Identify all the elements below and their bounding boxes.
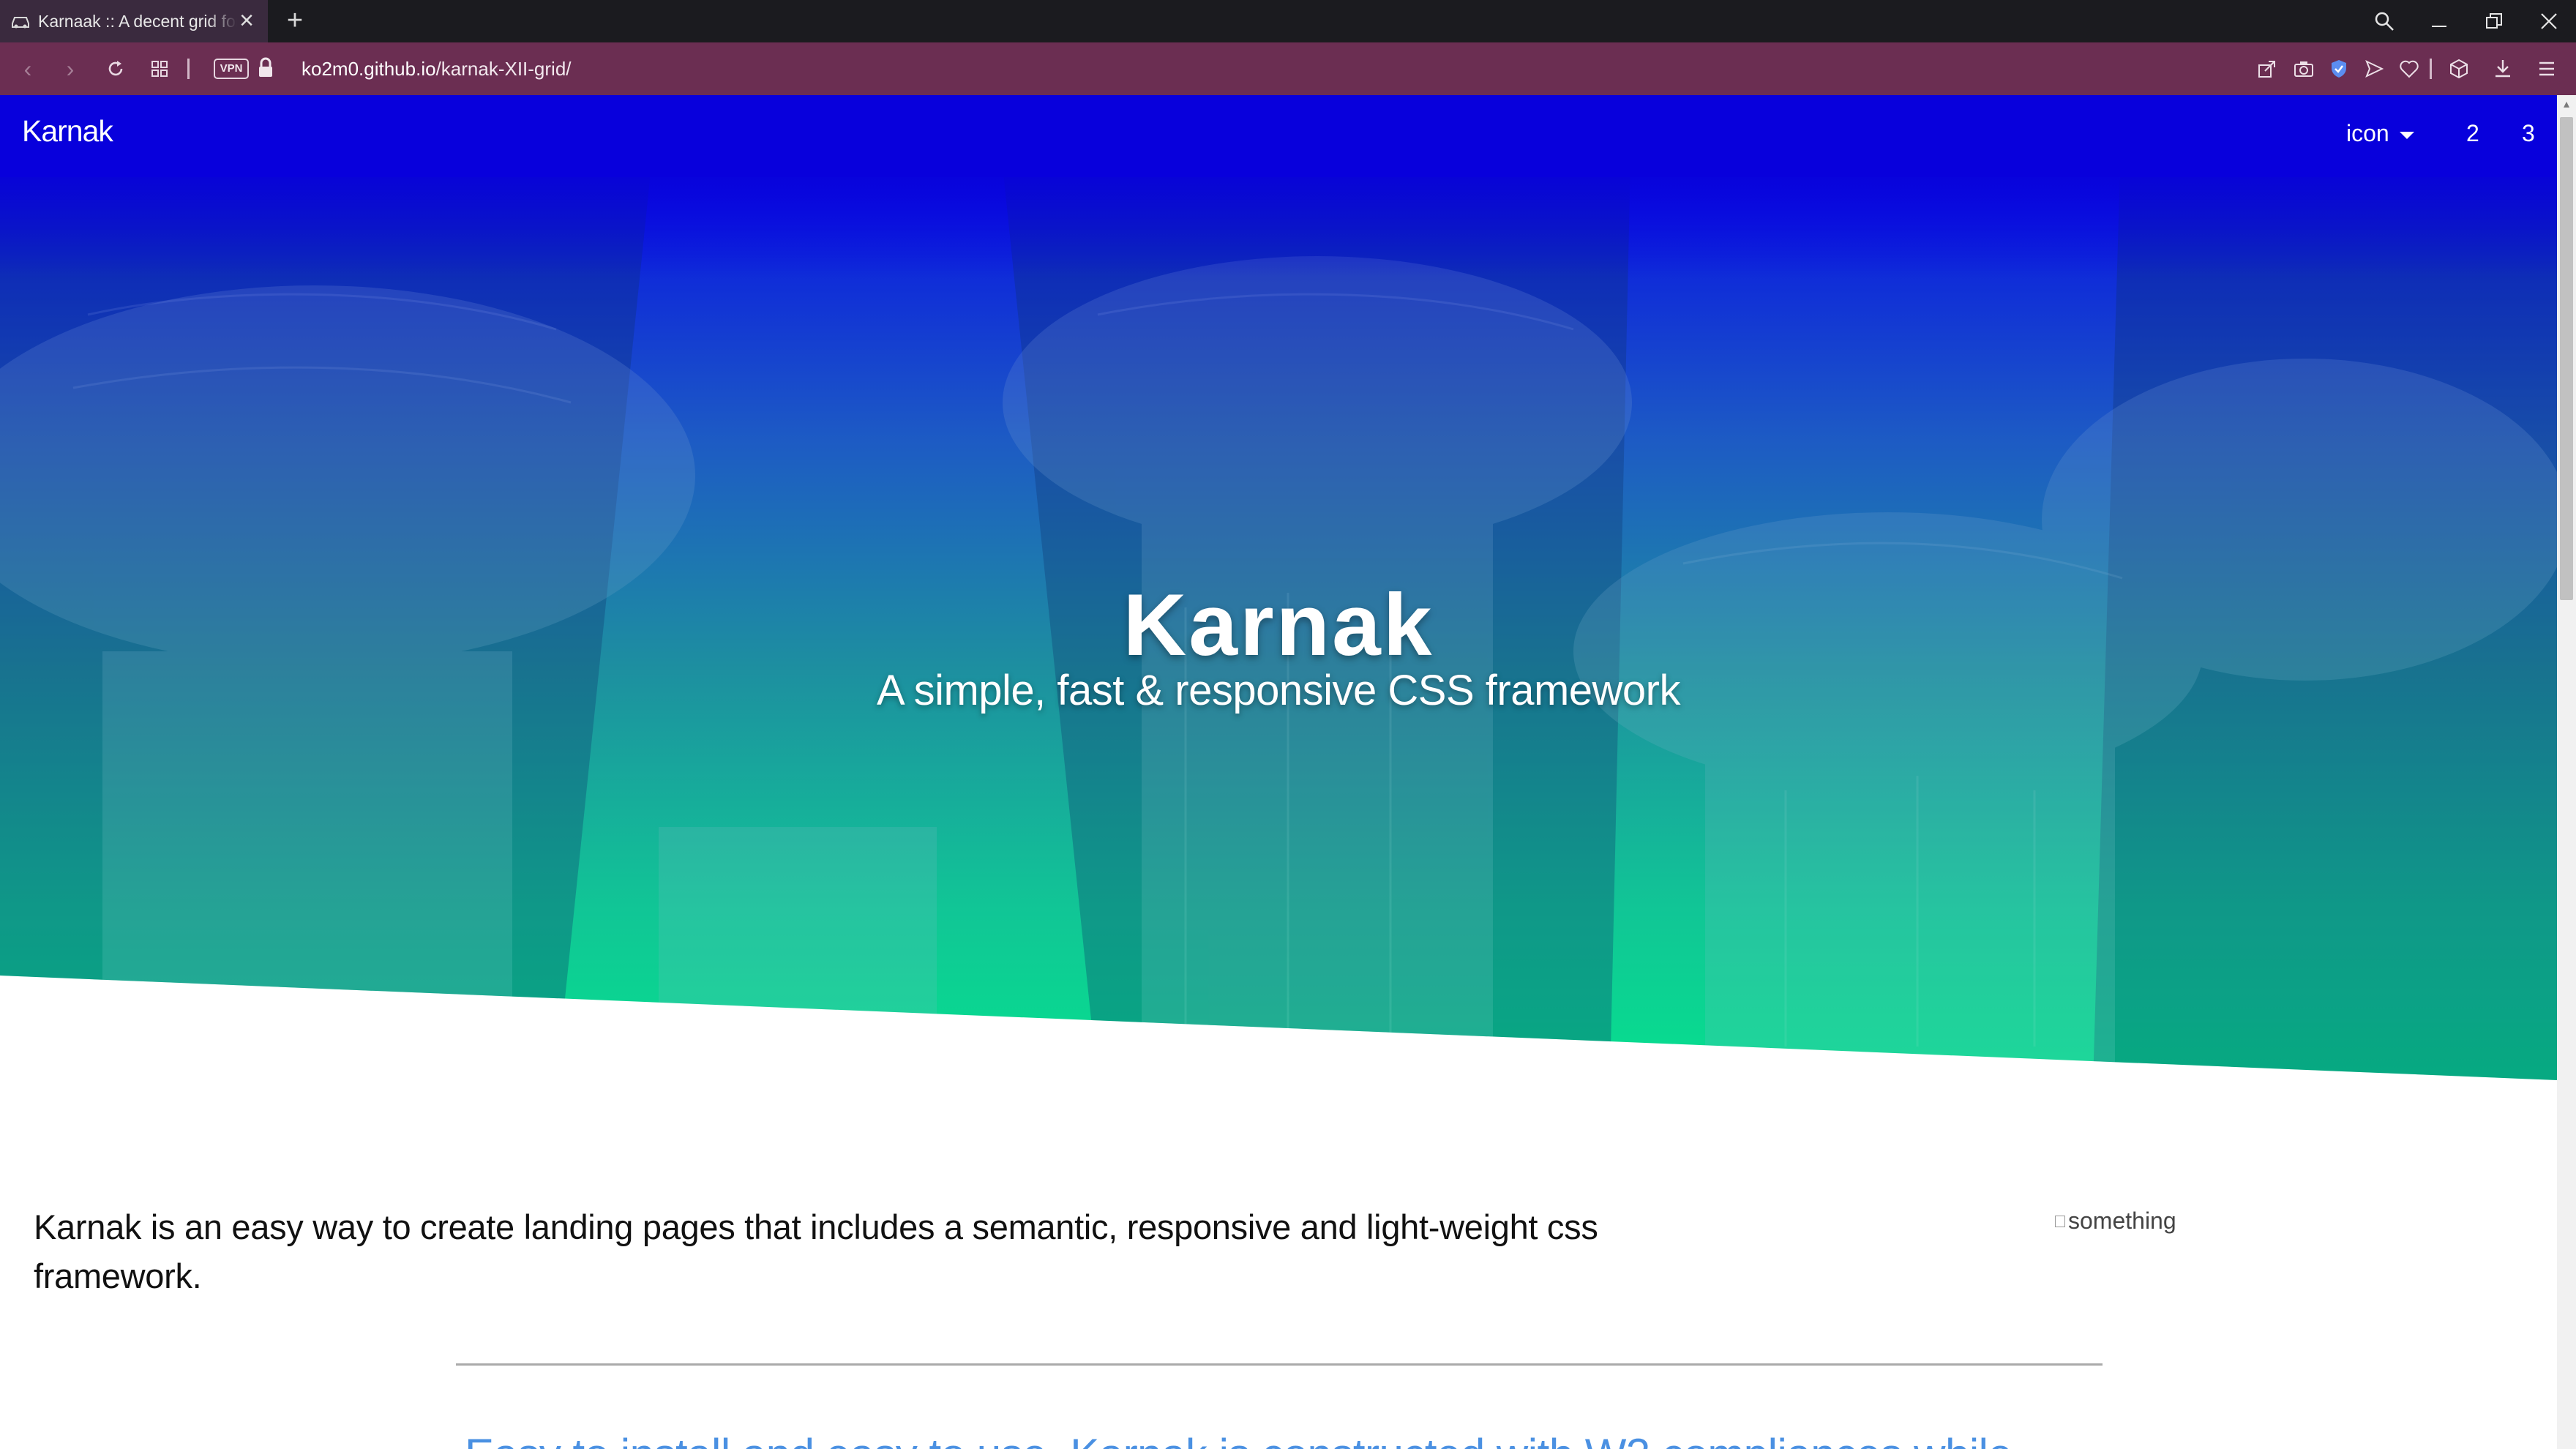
download-icon[interactable]	[2488, 54, 2517, 83]
tab-title: Karnaak :: A decent grid for	[38, 11, 237, 31]
nav-item-2[interactable]: 2	[2466, 119, 2479, 148]
page-viewport: Karnak A simple, fast & responsive CSS f…	[0, 95, 2557, 1449]
url-path: /karnak-XII-grid/	[435, 58, 572, 80]
new-tab-plus-icon[interactable]: +	[278, 4, 312, 38]
reload-icon[interactable]	[100, 53, 132, 85]
lead-heading: Easy to install and easy to use. Karnak …	[465, 1429, 2514, 1449]
divider-line	[456, 1363, 2103, 1366]
send-icon[interactable]	[2359, 54, 2389, 83]
scroll-up-arrow-icon[interactable]: ▴	[2560, 98, 2573, 111]
search-icon[interactable]	[2364, 3, 2405, 40]
heart-icon[interactable]	[2395, 54, 2424, 83]
divider	[2430, 59, 2432, 79]
broken-image-placeholder: something	[2055, 1208, 2176, 1235]
tab-close-icon[interactable]: ×	[234, 8, 259, 34]
image-alt-text: something	[2068, 1208, 2176, 1234]
back-arrow-icon[interactable]: ‹	[12, 53, 44, 85]
close-window-icon[interactable]	[2528, 3, 2569, 40]
hero-section: Karnak A simple, fast & responsive CSS f…	[0, 95, 2557, 1080]
cube-icon[interactable]	[2444, 54, 2474, 83]
menu-icon[interactable]	[2532, 54, 2561, 83]
hero-subtitle: A simple, fast & responsive CSS framewor…	[876, 667, 1681, 714]
share-icon[interactable]	[2253, 54, 2282, 83]
shield-icon[interactable]	[2324, 54, 2354, 83]
active-tab[interactable]: Karnaak :: A decent grid for ×	[0, 0, 268, 42]
nav-item-label: icon	[2346, 120, 2389, 146]
nav-item-3[interactable]: 3	[2522, 119, 2535, 148]
restore-icon[interactable]	[2474, 3, 2515, 40]
car-icon	[10, 13, 32, 29]
vpn-button[interactable]: VPN	[214, 59, 249, 79]
caret-down-icon	[2399, 131, 2414, 139]
scrollbar-thumb[interactable]	[2560, 117, 2573, 600]
address-bar: ‹ › VPN ko2m0.github.io/karnak-XII-grid/	[0, 42, 2576, 95]
url-host: ko2m0.github.io	[302, 58, 436, 80]
site-navbar: Karnak icon 2 3	[0, 95, 2557, 177]
url-field[interactable]: ko2m0.github.io/karnak-XII-grid/	[302, 56, 572, 82]
grid-icon[interactable]	[143, 53, 176, 85]
camera-icon[interactable]	[2289, 54, 2318, 83]
forward-arrow-icon[interactable]: ›	[54, 53, 86, 85]
intro-paragraph: Karnak is an easy way to create landing …	[34, 1208, 1598, 1295]
tab-strip: Karnaak :: A decent grid for × +	[0, 0, 2576, 42]
brand-logo[interactable]: Karnak	[22, 114, 113, 149]
nav-item-icon-dropdown[interactable]: icon	[2346, 119, 2414, 148]
divider	[187, 59, 190, 79]
broken-image-icon	[2055, 1215, 2065, 1227]
lock-icon[interactable]	[258, 57, 277, 80]
minimize-icon[interactable]	[2419, 3, 2460, 40]
hero-title: Karnak	[1123, 576, 1434, 674]
